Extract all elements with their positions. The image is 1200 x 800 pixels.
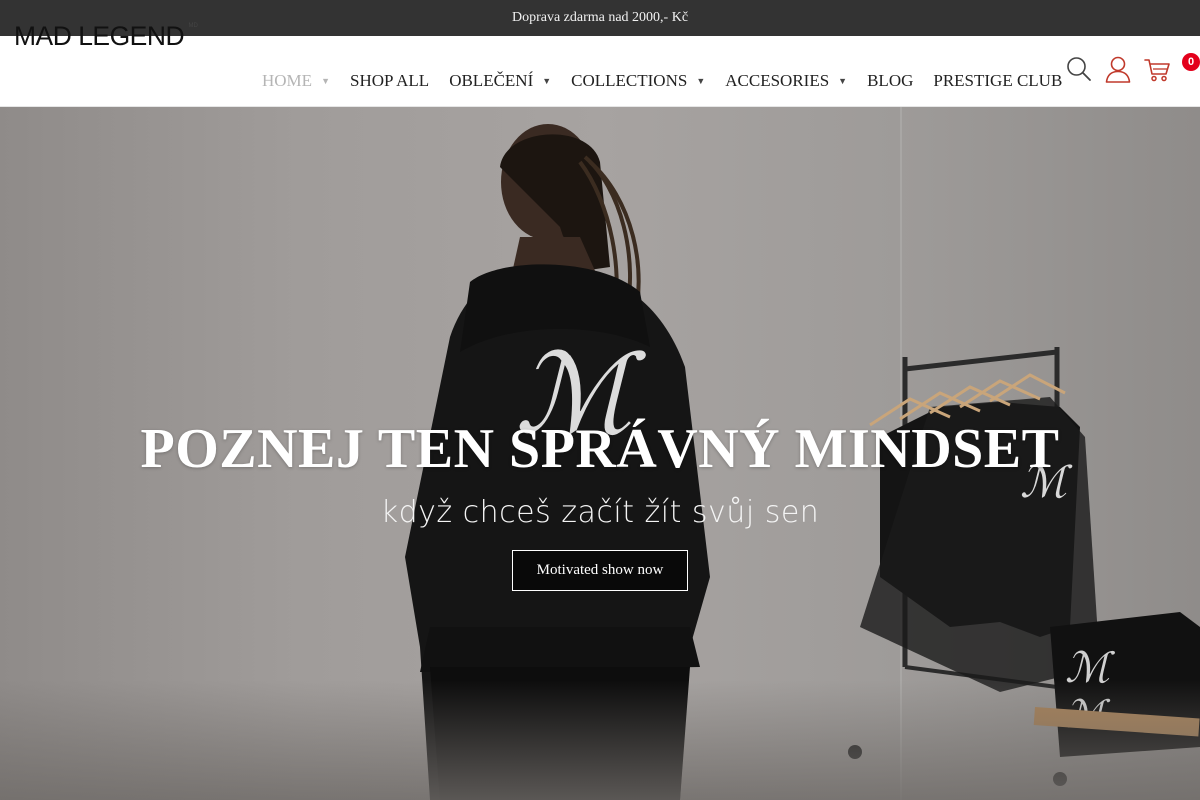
main-navigation: HOME ▼ SHOP ALL OBLEČENÍ ▼ COLLECTIONS ▼… <box>252 36 1072 107</box>
nav-label: BLOG <box>867 70 914 90</box>
site-logo[interactable]: MAD LEGEND MD <box>14 22 198 52</box>
nav-item-home[interactable]: HOME ▼ <box>252 36 340 107</box>
nav-item-collections[interactable]: COLLECTIONS ▼ <box>561 36 715 107</box>
user-icon <box>1105 56 1131 83</box>
announcement-text: Doprava zdarma nad 2000,- Kč <box>511 10 689 25</box>
account-button[interactable] <box>1105 56 1131 88</box>
chevron-down-icon: ▼ <box>321 75 330 86</box>
nav-label: SHOP ALL <box>349 70 430 90</box>
nav-item-blog[interactable]: BLOG <box>857 36 923 107</box>
nav-label: COLLECTIONS <box>571 70 688 90</box>
nav-item-obleceni[interactable]: OBLEČENÍ ▼ <box>439 36 561 107</box>
hero-title: POZNEJ TEN SPRÁVNÝ MINDSET <box>140 418 1060 480</box>
nav-label: OBLEČENÍ <box>449 70 534 90</box>
nav-item-accesories[interactable]: ACCESORIES ▼ <box>715 36 857 107</box>
hero-cta-button[interactable]: Motivated show now <box>512 550 688 591</box>
cart-icon <box>1144 59 1170 82</box>
nav-label: HOME <box>262 70 313 90</box>
chevron-down-icon: ▼ <box>696 75 706 86</box>
cart-count-badge: 0 <box>1182 53 1200 71</box>
hero-subtitle: když chceš začít žít svůj sen <box>380 495 820 530</box>
logo-trademark: MD <box>188 23 198 29</box>
nav-item-prestige-club[interactable]: PRESTIGE CLUB <box>923 36 1072 107</box>
nav-label: ACCESORIES <box>725 70 830 90</box>
chevron-down-icon: ▼ <box>838 75 848 86</box>
chevron-down-icon: ▼ <box>542 75 552 86</box>
hero-banner: ℳ ℳ ℳ ℳ POZNEJ TEN SPRÁVNÝ M <box>0 107 1200 800</box>
search-button[interactable] <box>1066 56 1092 87</box>
logo-text: MAD LEGEND <box>14 21 185 51</box>
floor-shadow <box>0 680 1200 800</box>
search-icon <box>1067 57 1091 81</box>
cart-button[interactable]: 0 <box>1144 53 1200 87</box>
nav-label: PRESTIGE CLUB <box>933 70 1063 90</box>
nav-item-shop-all[interactable]: SHOP ALL <box>340 36 439 107</box>
